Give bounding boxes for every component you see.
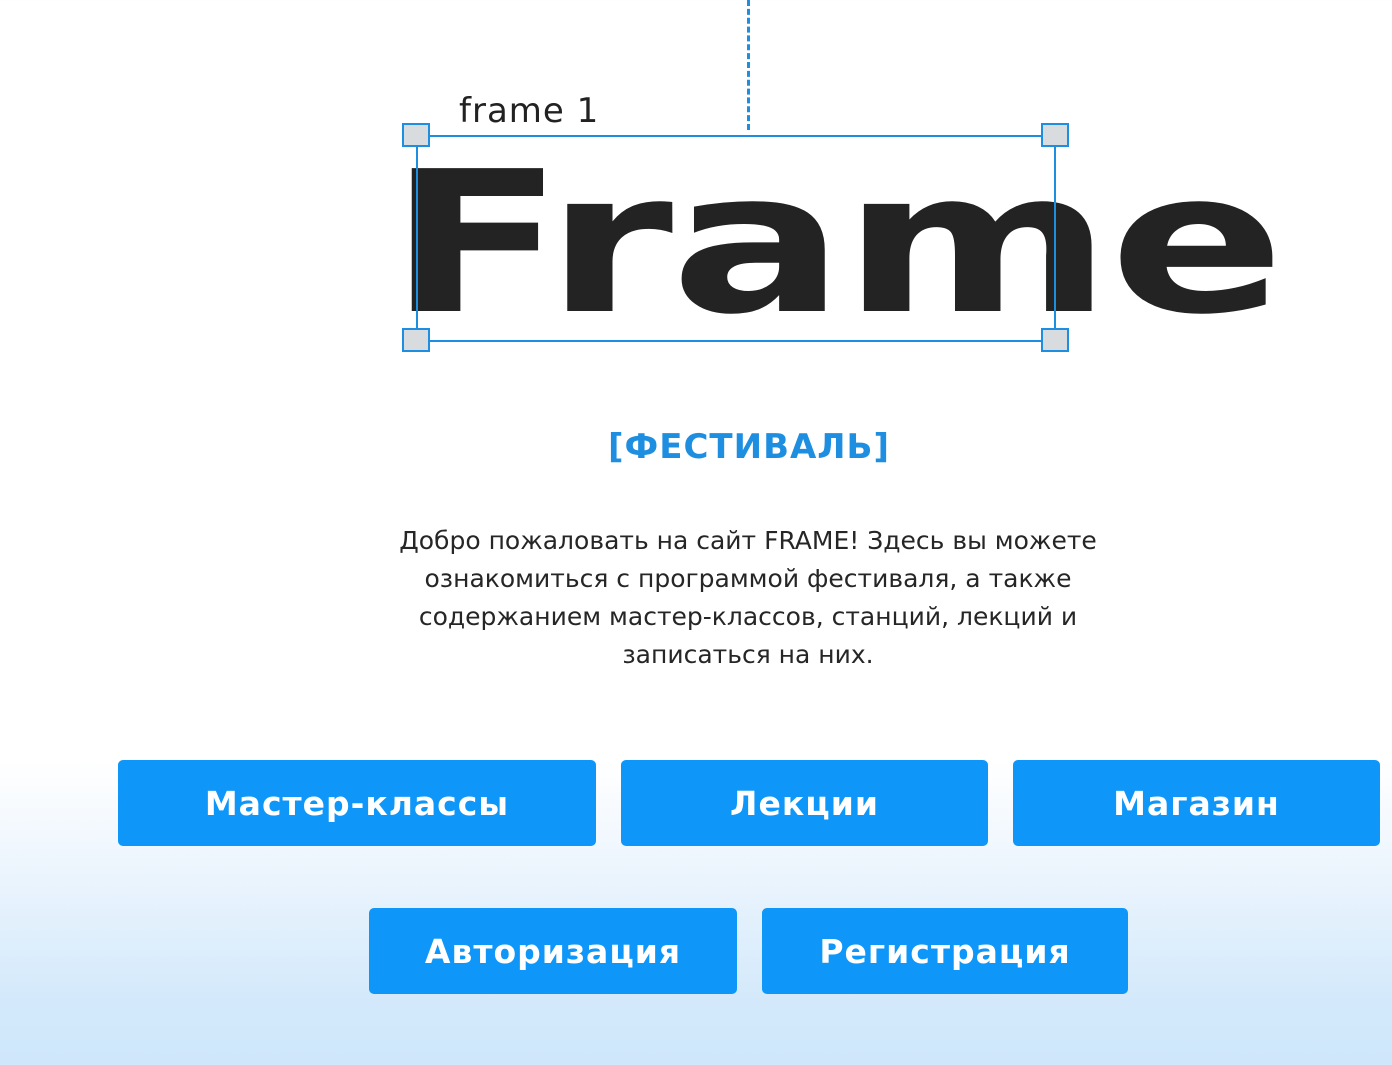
selection-border-bottom bbox=[416, 340, 1056, 342]
register-button[interactable]: Регистрация bbox=[762, 908, 1128, 994]
resize-handle-bottom-right bbox=[1041, 328, 1069, 352]
master-classes-button[interactable]: Мастер-классы bbox=[118, 760, 596, 846]
frame-label: frame 1 bbox=[459, 91, 600, 131]
selection-border-left bbox=[416, 135, 418, 342]
login-button[interactable]: Авторизация bbox=[369, 908, 737, 994]
intro-text: Добро пожаловать на сайт FRAME! Здесь вы… bbox=[399, 526, 1097, 669]
selection-border-top bbox=[416, 135, 1056, 137]
resize-handle-top-left bbox=[402, 123, 430, 147]
resize-handle-bottom-left bbox=[402, 328, 430, 352]
festival-tagline: [ФЕСТИВАЛЬ] bbox=[607, 427, 890, 467]
selection-border-right bbox=[1054, 135, 1056, 342]
frame-logo: Frame bbox=[388, 130, 1285, 358]
shop-button[interactable]: Магазин bbox=[1013, 760, 1380, 846]
lectures-button[interactable]: Лекции bbox=[621, 760, 988, 846]
resize-handle-top-right bbox=[1041, 123, 1069, 147]
guide-dashed-line bbox=[747, 0, 750, 130]
